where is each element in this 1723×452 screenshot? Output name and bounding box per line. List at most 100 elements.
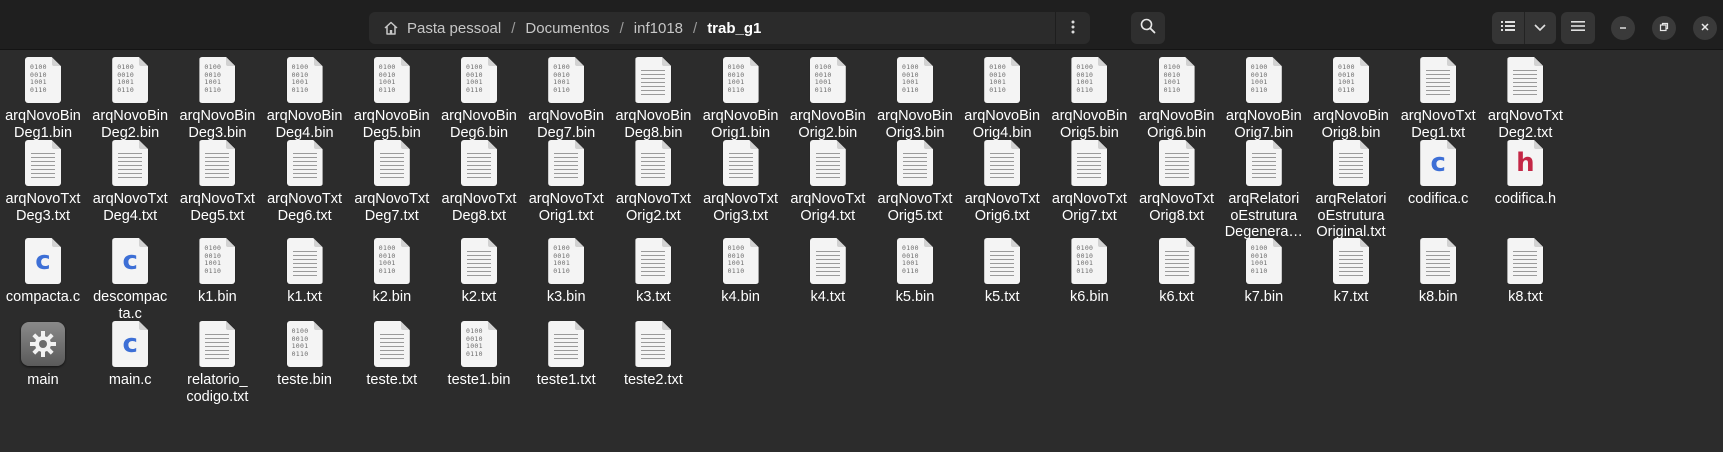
- search-button[interactable]: [1131, 12, 1165, 44]
- file-item[interactable]: teste.txt: [346, 318, 438, 389]
- c-source-icon: c: [112, 238, 149, 284]
- file-name-line: k2.txt: [461, 289, 497, 305]
- file-item[interactable]: 0100 0010 1001 0110 k1.bin: [171, 235, 263, 306]
- file-item[interactable]: 0100 0010 1001 0110 arqNovoBin Orig8.bin: [1305, 54, 1397, 141]
- file-name-line: arqNovoBin: [1051, 108, 1128, 124]
- binary-file-icon: 0100 0010 1001 0110: [286, 321, 323, 367]
- file-item[interactable]: arqNovoTxt Orig8.txt: [1131, 137, 1223, 224]
- file-item[interactable]: 0100 0010 1001 0110 teste1.bin: [433, 318, 525, 389]
- file-item[interactable]: 0100 0010 1001 0110 arqNovoBin Orig4.bin: [956, 54, 1048, 141]
- file-name: relatorio_ codigo.txt: [171, 372, 263, 405]
- file-item[interactable]: arqNovoTxt Orig4.txt: [782, 137, 874, 224]
- file-name-line: Orig6.txt: [974, 207, 1030, 224]
- file-item[interactable]: 0100 0010 1001 0110 arqNovoBin Deg2.bin: [84, 54, 176, 141]
- file-item[interactable]: 0100 0010 1001 0110 arqNovoBin Orig1.bin: [695, 54, 787, 141]
- file-name-line: k2.bin: [372, 289, 412, 305]
- minimize-button[interactable]: [1611, 16, 1635, 40]
- file-item[interactable]: arqNovoTxt Orig3.txt: [695, 137, 787, 224]
- close-button[interactable]: [1693, 16, 1717, 40]
- breadcrumb-item[interactable]: Pasta pessoal: [377, 12, 507, 44]
- binary-file-icon: 0100 0010 1001 0110: [809, 57, 846, 103]
- file-item[interactable]: 0100 0010 1001 0110 arqNovoBin Deg5.bin: [346, 54, 438, 141]
- file-item[interactable]: k8.bin: [1392, 235, 1484, 306]
- path-menu-button[interactable]: [1055, 12, 1090, 44]
- file-item[interactable]: arqRelatori oEstrutura Original.txt: [1305, 137, 1397, 241]
- file-item[interactable]: 0100 0010 1001 0110 k6.bin: [1043, 235, 1135, 306]
- main-menu-button[interactable]: [1561, 12, 1595, 44]
- file-item[interactable]: 0100 0010 1001 0110 arqNovoBin Orig7.bin: [1218, 54, 1310, 141]
- binary-file-icon: 0100 0010 1001 0110: [548, 238, 585, 284]
- view-options-button[interactable]: [1523, 12, 1557, 44]
- file-item[interactable]: arqNovoBin Deg8.bin: [607, 54, 699, 141]
- file-item[interactable]: 0100 0010 1001 0110 k5.bin: [869, 235, 961, 306]
- file-item[interactable]: c descompac ta.c: [84, 235, 176, 322]
- file-item[interactable]: 0100 0010 1001 0110 k3.bin: [520, 235, 612, 306]
- vertical-dots-icon: [1071, 18, 1075, 39]
- file-name-line: codifica.h: [1494, 191, 1557, 207]
- file-icon-wrap: c: [0, 235, 89, 287]
- file-item[interactable]: 0100 0010 1001 0110 arqNovoBin Orig5.bin: [1043, 54, 1135, 141]
- binary-file-icon: 0100 0010 1001 0110: [1158, 57, 1195, 103]
- file-item[interactable]: 0100 0010 1001 0110 arqNovoBin Orig3.bin: [869, 54, 961, 141]
- file-name: teste1.bin: [433, 372, 525, 389]
- file-item[interactable]: k2.txt: [433, 235, 525, 306]
- file-item[interactable]: arqNovoTxt Deg1.txt: [1392, 54, 1484, 141]
- text-file-icon: [1333, 238, 1369, 284]
- file-item[interactable]: 0100 0010 1001 0110 arqNovoBin Deg3.bin: [171, 54, 263, 141]
- file-item[interactable]: arqRelatori oEstrutura Degenera…: [1218, 137, 1310, 241]
- file-item[interactable]: arqNovoTxt Orig6.txt: [956, 137, 1048, 224]
- file-item[interactable]: k4.txt: [782, 235, 874, 306]
- text-file-icon: [286, 238, 323, 284]
- file-item[interactable]: main: [0, 318, 89, 389]
- file-item[interactable]: c main.c: [84, 318, 176, 389]
- file-item[interactable]: teste2.txt: [607, 318, 699, 389]
- file-item[interactable]: arqNovoTxt Deg3.txt: [0, 137, 89, 224]
- text-file-icon: [112, 140, 149, 186]
- file-item[interactable]: arqNovoTxt Deg8.txt: [433, 137, 525, 224]
- breadcrumb-item[interactable]: inf1018: [628, 12, 689, 44]
- file-item[interactable]: arqNovoTxt Deg2.txt: [1479, 54, 1571, 141]
- file-item[interactable]: arqNovoTxt Orig7.txt: [1043, 137, 1135, 224]
- file-item[interactable]: arqNovoTxt Deg7.txt: [346, 137, 438, 224]
- file-item[interactable]: k6.txt: [1131, 235, 1223, 306]
- file-item[interactable]: arqNovoTxt Orig5.txt: [869, 137, 961, 224]
- file-item[interactable]: 0100 0010 1001 0110 arqNovoBin Deg6.bin: [433, 54, 525, 141]
- file-item[interactable]: k8.txt: [1479, 235, 1571, 306]
- file-item[interactable]: h codifica.h: [1479, 137, 1571, 208]
- file-item[interactable]: teste1.txt: [520, 318, 612, 389]
- list-view-button[interactable]: [1492, 12, 1524, 44]
- file-item[interactable]: arqNovoTxt Deg4.txt: [84, 137, 176, 224]
- file-item[interactable]: arqNovoTxt Deg5.txt: [171, 137, 263, 224]
- file-item[interactable]: arqNovoTxt Deg6.txt: [259, 137, 351, 224]
- file-item[interactable]: 0100 0010 1001 0110 teste.bin: [259, 318, 351, 389]
- file-item[interactable]: 0100 0010 1001 0110 k7.bin: [1218, 235, 1310, 306]
- file-item[interactable]: 0100 0010 1001 0110 k4.bin: [695, 235, 787, 306]
- file-item[interactable]: 0100 0010 1001 0110 arqNovoBin Deg1.bin: [0, 54, 89, 141]
- breadcrumb-item[interactable]: trab_g1: [701, 12, 767, 44]
- file-icon-wrap: h: [1479, 137, 1571, 189]
- file-item[interactable]: k3.txt: [607, 235, 699, 306]
- file-icon-wrap: [520, 137, 612, 189]
- file-item[interactable]: 0100 0010 1001 0110 arqNovoBin Deg4.bin: [259, 54, 351, 141]
- minimize-icon: [1618, 19, 1628, 37]
- binary-file-icon: 0100 0010 1001 0110: [112, 57, 149, 103]
- file-item[interactable]: 0100 0010 1001 0110 arqNovoBin Orig6.bin: [1131, 54, 1223, 141]
- file-icon-wrap: 0100 0010 1001 0110: [869, 54, 961, 106]
- file-name-line: arqNovoTxt: [528, 191, 604, 207]
- breadcrumb-item[interactable]: Documentos: [519, 12, 615, 44]
- text-file-icon: [1333, 140, 1369, 186]
- file-item[interactable]: k7.txt: [1305, 235, 1397, 306]
- file-item[interactable]: c codifica.c: [1392, 137, 1484, 208]
- maximize-button[interactable]: [1652, 16, 1676, 40]
- file-item[interactable]: arqNovoTxt Orig1.txt: [520, 137, 612, 224]
- file-item[interactable]: 0100 0010 1001 0110 arqNovoBin Orig2.bin: [782, 54, 874, 141]
- file-name-line: k5.txt: [984, 289, 1020, 305]
- file-name: k1.bin: [171, 289, 263, 306]
- file-item[interactable]: c compacta.c: [0, 235, 89, 306]
- file-item[interactable]: k1.txt: [259, 235, 351, 306]
- file-item[interactable]: arqNovoTxt Orig2.txt: [607, 137, 699, 224]
- file-item[interactable]: relatorio_ codigo.txt: [171, 318, 263, 405]
- file-item[interactable]: 0100 0010 1001 0110 k2.bin: [346, 235, 438, 306]
- file-item[interactable]: 0100 0010 1001 0110 arqNovoBin Deg7.bin: [520, 54, 612, 141]
- file-item[interactable]: k5.txt: [956, 235, 1048, 306]
